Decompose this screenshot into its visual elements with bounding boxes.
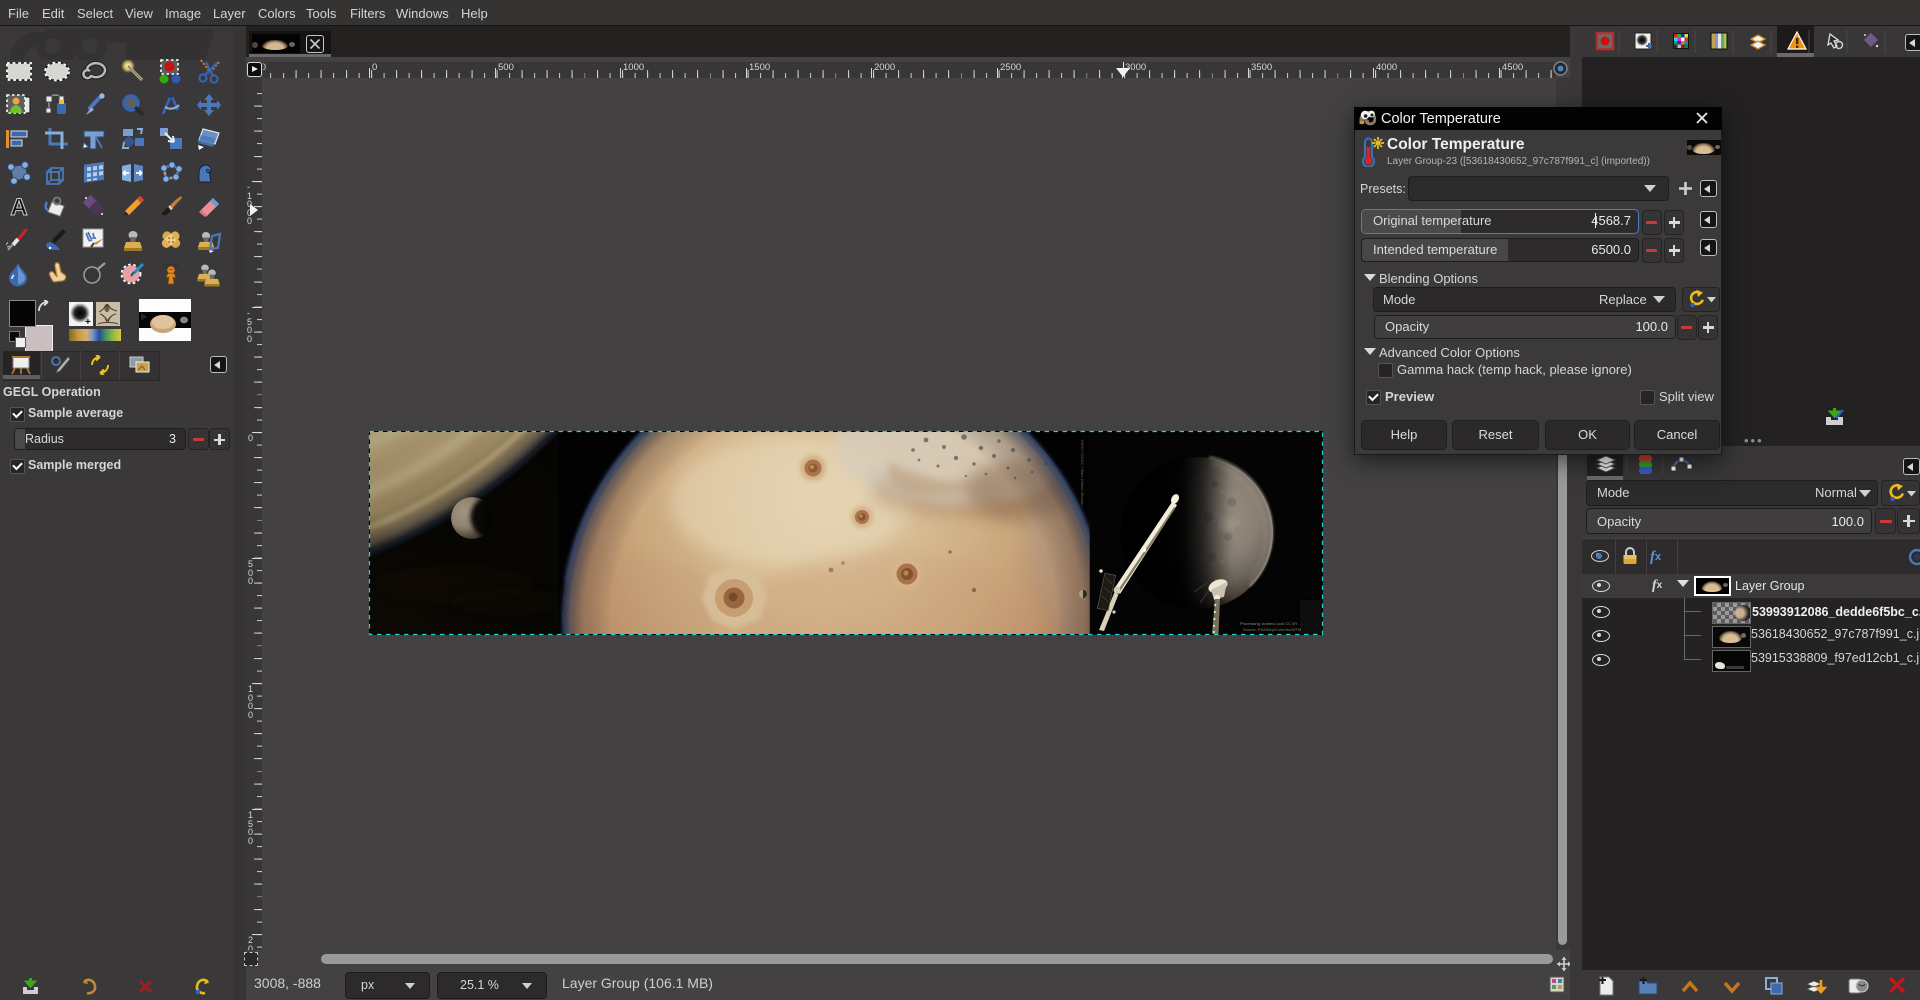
- svg-text:+: +: [85, 317, 91, 326]
- svg-text:A: A: [10, 194, 27, 221]
